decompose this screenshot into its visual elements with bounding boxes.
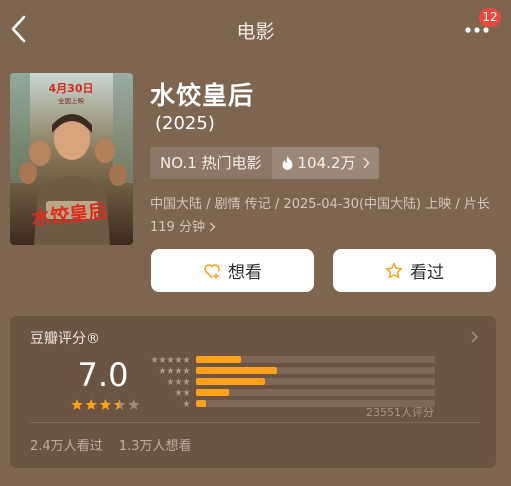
- rating-card[interactable]: 豆瓣评分® 7.0 23551人评分 2.4万人看过 1.3万人想看: [10, 316, 496, 468]
- movie-info-text: 中国大陆 / 剧情 传记 / 2025-04-30(中国大陆) 上映 / 片长 …: [150, 197, 490, 235]
- distribution-bar: [196, 367, 278, 374]
- rating-stars: [71, 399, 140, 410]
- rating-score: 7.0: [77, 356, 129, 394]
- poster-release-text: 全国上映: [58, 96, 85, 105]
- rating-star: [85, 399, 97, 410]
- want-to-watch-button[interactable]: 想看: [151, 249, 314, 292]
- chevron-right-icon[interactable]: [470, 330, 479, 344]
- poster-date-text: 4月30日: [49, 82, 94, 95]
- audience-stats: 2.4万人看过 1.3万人想看: [30, 435, 204, 454]
- movie-info[interactable]: 中国大陆 / 剧情 传记 / 2025-04-30(中国大陆) 上映 / 片长 …: [150, 193, 500, 239]
- star-level-icon: [159, 367, 190, 375]
- distribution-bar: [196, 400, 206, 407]
- seen-label: 看过: [410, 263, 444, 283]
- distribution-bar: [196, 378, 266, 385]
- nav-title: 电影: [236, 21, 275, 43]
- flame-icon: [282, 156, 292, 170]
- distribution-row-2: [148, 389, 438, 397]
- rating-section-title: 豆瓣评分®: [30, 331, 100, 347]
- top-nav-bar: 电影 12: [0, 0, 511, 58]
- heat-value: 104.2万: [297, 154, 356, 172]
- rank-label: NO.1 热门电影: [150, 147, 272, 179]
- ranking-tag[interactable]: NO.1 热门电影 104.2万: [150, 147, 380, 179]
- distribution-bar: [196, 389, 230, 396]
- distribution-track: [196, 367, 435, 374]
- divider: [30, 422, 480, 423]
- distribution-track: [196, 356, 435, 363]
- heat-indicator: 104.2万: [271, 147, 380, 179]
- notification-badge: 12: [479, 8, 501, 27]
- distribution-track: [196, 389, 435, 396]
- distribution-track: [196, 378, 435, 385]
- star-level-icon: [151, 356, 190, 364]
- distribution-row-4: [148, 367, 438, 375]
- want-label: 想看: [228, 263, 262, 283]
- watched-button[interactable]: 看过: [333, 249, 496, 292]
- rating-star: [113, 399, 126, 410]
- star-level-icon: [175, 389, 190, 397]
- star-outline-icon: [385, 262, 403, 278]
- wish-count: 1.3万人想看: [118, 439, 192, 454]
- rating-star: [99, 399, 112, 410]
- chevron-right-icon: [209, 222, 216, 232]
- watched-count: 2.4万人看过: [30, 439, 103, 454]
- movie-poster[interactable]: 4月30日 全国上映 水饺皇后: [10, 73, 133, 245]
- rating-count: 23551人评分: [366, 406, 434, 419]
- star-level-icon: [183, 400, 190, 408]
- distribution-bar: [196, 356, 242, 363]
- heart-plus-icon: [204, 263, 220, 279]
- movie-year: (2025): [155, 113, 215, 134]
- star-level-icon: [167, 378, 190, 386]
- rating-star: [71, 399, 83, 410]
- movie-title: 水饺皇后: [150, 81, 255, 110]
- rating-star: [128, 399, 140, 410]
- distribution-row-3: [148, 378, 438, 386]
- chevron-right-icon: [363, 157, 370, 169]
- distribution-row-5: [148, 356, 438, 364]
